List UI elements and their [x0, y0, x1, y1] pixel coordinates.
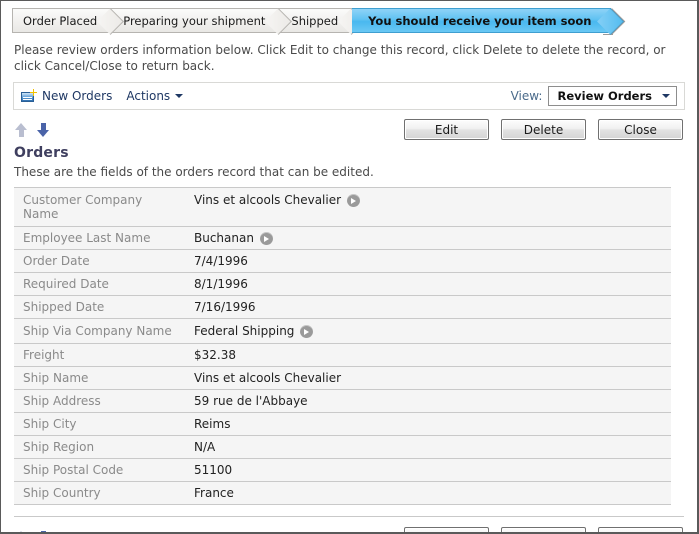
field-label: Ship Postal Code [23, 463, 124, 477]
progress-step-1[interactable]: Preparing your shipment [111, 8, 293, 35]
action-toolbar: New Orders Actions View: Review Orders [13, 82, 685, 110]
field-value-cell: Reims [186, 413, 671, 435]
field-value-cell: 7/4/1996 [186, 250, 671, 272]
field-value-cell: $32.38 [186, 344, 671, 366]
field-row: Ship Name Vins et alcools Chevalier [14, 367, 671, 390]
field-label: Ship Region [23, 440, 95, 454]
progress-step-label: Preparing your shipment [123, 13, 266, 28]
bottom-command-bar: Edit Delete Close [14, 527, 684, 532]
top-record-navigation [14, 122, 51, 138]
field-value-cell: Vins et alcools Chevalier [186, 367, 671, 389]
progress-step-0[interactable]: Order Placed [12, 8, 125, 35]
top-command-bar: Edit Delete Close [14, 119, 684, 140]
new-orders-label: New Orders [42, 89, 113, 103]
field-value: Reims [194, 417, 231, 431]
field-row: Customer Company Name Vins et alcools Che… [14, 188, 671, 227]
page-subtitle: These are the fields of the orders recor… [14, 165, 374, 179]
toolbar-right-group: View: Review Orders [511, 86, 677, 106]
field-value: 51100 [194, 463, 233, 477]
field-row: Ship Postal Code 51100 [14, 459, 671, 482]
field-row: Ship Via Company Name Federal Shipping [14, 319, 671, 344]
field-row: Ship Address 59 rue de l'Abbaye [14, 390, 671, 413]
field-label: Ship Address [23, 394, 101, 408]
field-row: Ship City Reims [14, 413, 671, 436]
orders-field-table: Customer Company Name Vins et alcools Che… [14, 187, 671, 505]
delete-button-bottom[interactable]: Delete [501, 527, 586, 532]
top-button-row: Edit Delete Close [404, 119, 683, 140]
field-value: 59 rue de l'Abbaye [194, 394, 308, 408]
progress-step-label: Order Placed [23, 13, 98, 28]
order-progress-breadcrumb: Order Placed Preparing your shipment Shipp… [12, 8, 625, 35]
field-label: Ship Country [23, 486, 101, 500]
field-value-cell: 8/1/1996 [186, 273, 671, 295]
field-value-cell: Vins et alcools Chevalier [186, 188, 671, 226]
field-label: Freight [23, 348, 65, 362]
chevron-right-icon [597, 8, 625, 35]
chevron-down-icon [175, 94, 184, 98]
field-value: France [194, 486, 234, 500]
bottom-button-row: Edit Delete Close [404, 527, 683, 532]
previous-record-arrow-up-icon[interactable] [14, 122, 29, 138]
field-label: Customer Company Name [23, 193, 143, 221]
actions-label: Actions [126, 89, 171, 103]
field-value-cell: 59 rue de l'Abbaye [186, 390, 671, 412]
field-value-cell: N/A [186, 436, 671, 458]
chevron-down-icon [662, 94, 670, 98]
goto-record-arrow-icon[interactable] [259, 232, 273, 245]
edit-button-bottom[interactable]: Edit [404, 527, 489, 532]
field-label: Ship Via Company Name [23, 324, 172, 338]
view-select-value: Review Orders [557, 89, 652, 103]
field-label: Shipped Date [23, 300, 105, 314]
field-value: Federal Shipping [194, 324, 295, 338]
page-title: Orders [14, 145, 69, 161]
next-record-arrow-down-icon[interactable] [36, 530, 51, 532]
new-orders-button[interactable]: New Orders [21, 89, 112, 103]
progress-step-label: You should receive your item soon [368, 13, 592, 28]
field-row: Order Date 7/4/1996 [14, 250, 671, 273]
field-value: 7/4/1996 [194, 254, 248, 268]
goto-record-arrow-icon[interactable] [347, 194, 361, 207]
new-record-icon [21, 89, 37, 103]
progress-step-3[interactable]: You should receive your item soon [352, 8, 625, 35]
field-value-cell: 51100 [186, 459, 671, 481]
field-label: Ship Name [23, 371, 89, 385]
close-button-top[interactable]: Close [598, 119, 683, 140]
progress-step-label: Shipped [291, 13, 339, 28]
field-value-cell: 7/16/1996 [186, 296, 671, 318]
field-label: Required Date [23, 277, 109, 291]
field-row: Ship Country France [14, 482, 671, 505]
field-row: Shipped Date 7/16/1996 [14, 296, 671, 319]
field-value: Vins et alcools Chevalier [194, 371, 342, 385]
field-row: Ship Region N/A [14, 436, 671, 459]
field-row: Freight $32.38 [14, 344, 671, 367]
field-label: Order Date [23, 254, 90, 268]
field-value: 8/1/1996 [194, 277, 248, 291]
field-value-cell: Federal Shipping [186, 319, 671, 343]
view-label: View: [510, 89, 543, 103]
bottom-record-navigation [14, 530, 51, 532]
close-button-bottom[interactable]: Close [598, 527, 683, 532]
goto-record-arrow-icon[interactable] [300, 325, 314, 338]
field-value: N/A [194, 440, 216, 454]
instruction-text: Please review orders information below. … [14, 43, 666, 73]
delete-button-top[interactable]: Delete [501, 119, 586, 140]
view-select[interactable]: Review Orders [548, 86, 677, 106]
field-value: Vins et alcools Chevalier [194, 193, 342, 207]
actions-menu-button[interactable]: Actions [126, 89, 184, 103]
field-label: Ship City [23, 417, 77, 431]
previous-record-arrow-up-icon[interactable] [14, 530, 29, 532]
footer-divider [14, 516, 684, 517]
toolbar-left-group: New Orders Actions [21, 89, 184, 103]
edit-button-top[interactable]: Edit [404, 119, 489, 140]
field-row: Required Date 8/1/1996 [14, 273, 671, 296]
field-value-cell: Buchanan [186, 227, 671, 249]
field-value: 7/16/1996 [194, 300, 256, 314]
order-review-page: Order Placed Preparing your shipment Shipp… [0, 0, 699, 534]
field-row: Employee Last Name Buchanan [14, 227, 671, 250]
field-value-cell: France [186, 482, 671, 504]
field-label: Employee Last Name [23, 231, 151, 245]
field-value: $32.38 [194, 348, 236, 362]
next-record-arrow-down-icon[interactable] [36, 122, 51, 138]
field-value: Buchanan [194, 231, 254, 245]
